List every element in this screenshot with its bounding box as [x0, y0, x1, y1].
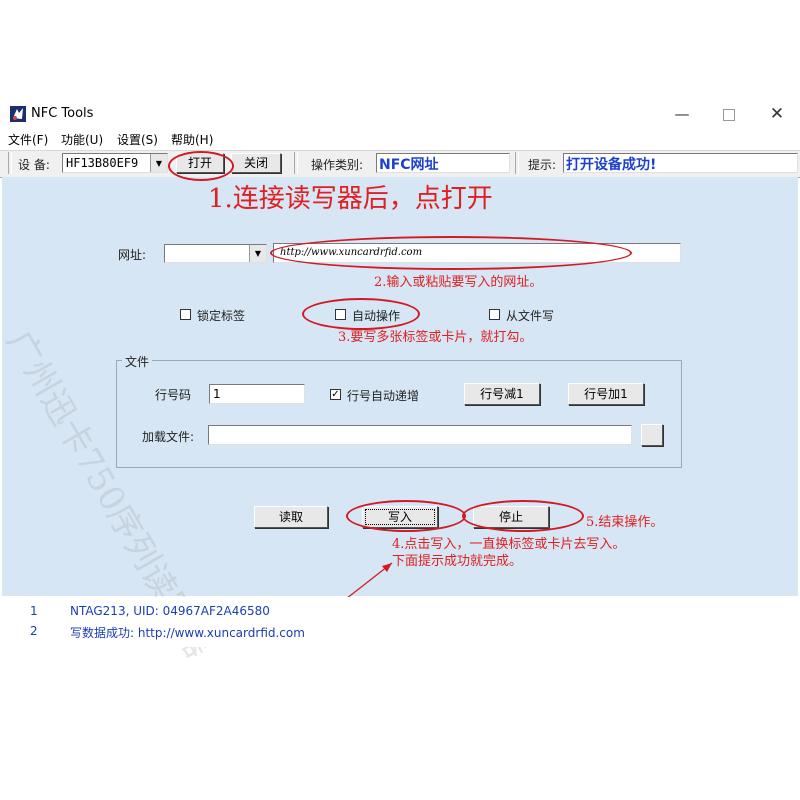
- highlight-open-oval: [168, 151, 234, 181]
- device-value: HF13B80EF9: [66, 156, 139, 170]
- url-label: 网址:: [118, 248, 147, 262]
- menu-file[interactable]: 文件(F): [8, 131, 48, 148]
- annotation-step-4-line-2: 下面提示成功就完成。: [392, 554, 523, 569]
- minimize-button[interactable]: —: [667, 104, 697, 124]
- toolbar-grip: [8, 152, 12, 174]
- maximize-button[interactable]: [714, 104, 744, 124]
- hint-value: 打开设备成功!: [566, 157, 657, 173]
- window-title: NFC Tools: [31, 106, 94, 121]
- annotation-step-5: 5.结束操作。: [586, 515, 664, 530]
- hint-label: 提示:: [528, 158, 557, 172]
- from-file-checkbox[interactable]: [489, 309, 500, 320]
- toolbar-separator-2: [515, 152, 519, 174]
- from-file-label: 从文件写: [506, 309, 555, 323]
- log-index: 2: [30, 624, 38, 638]
- toolbar-separator: [294, 152, 298, 174]
- op-type-value: NFC网址: [379, 157, 439, 173]
- file-group-title: 文件: [122, 353, 153, 370]
- close-window-button[interactable]: ✕: [762, 104, 792, 124]
- load-file-input[interactable]: [208, 425, 632, 445]
- menu-settings[interactable]: 设置(S): [117, 131, 158, 148]
- url-prefix-select[interactable]: ▼: [164, 244, 267, 263]
- menu-function[interactable]: 功能(U): [61, 131, 103, 148]
- line-decrement-button[interactable]: 行号减1: [464, 383, 540, 405]
- device-label: 设 备:: [18, 158, 50, 172]
- arrow-head-icon: [382, 563, 392, 572]
- auto-increment-label: 行号自动递增: [347, 389, 420, 403]
- log-text: 写数据成功: http://www.xuncardrfid.com: [70, 626, 305, 640]
- device-select[interactable]: HF13B80EF9 ▼: [62, 153, 168, 173]
- chevron-down-icon[interactable]: ▼: [249, 245, 266, 262]
- annotation-step-1: 1.连接读写器后，点打开: [208, 184, 493, 214]
- lock-tag-checkbox[interactable]: [180, 309, 191, 320]
- auto-increment-checkbox[interactable]: ✓: [330, 389, 341, 400]
- maximize-icon: [723, 108, 735, 121]
- op-type-field: NFC网址: [376, 153, 510, 173]
- line-number-input[interactable]: 1: [209, 384, 305, 404]
- chevron-down-icon[interactable]: ▼: [150, 154, 167, 172]
- hint-field: 打开设备成功!: [563, 153, 798, 173]
- file-groupbox: [116, 360, 682, 468]
- log-text: NTAG213, UID: 04967AF2A46580: [70, 604, 270, 618]
- op-type-label: 操作类别:: [311, 158, 364, 172]
- highlight-stop-oval: [462, 500, 584, 532]
- load-file-label: 加载文件:: [142, 430, 195, 444]
- line-number-value: 1: [213, 387, 221, 401]
- highlight-auto-oval: [302, 298, 420, 330]
- line-number-label: 行号码: [155, 388, 192, 402]
- highlight-url-oval: [270, 236, 632, 270]
- close-button[interactable]: 关闭: [231, 153, 281, 173]
- nfc-app-icon: [10, 106, 26, 122]
- check-icon: ✓: [331, 389, 340, 400]
- log-index: 1: [30, 604, 38, 618]
- highlight-write-oval: [346, 500, 466, 532]
- annotation-step-2: 2.输入或粘贴要写入的网址。: [374, 275, 543, 290]
- line-increment-button[interactable]: 行号加1: [568, 383, 644, 405]
- read-button[interactable]: 读取: [254, 506, 328, 528]
- menu-help[interactable]: 帮助(H): [171, 131, 213, 148]
- browse-file-button[interactable]: [641, 424, 663, 446]
- lock-tag-label: 锁定标签: [197, 309, 246, 323]
